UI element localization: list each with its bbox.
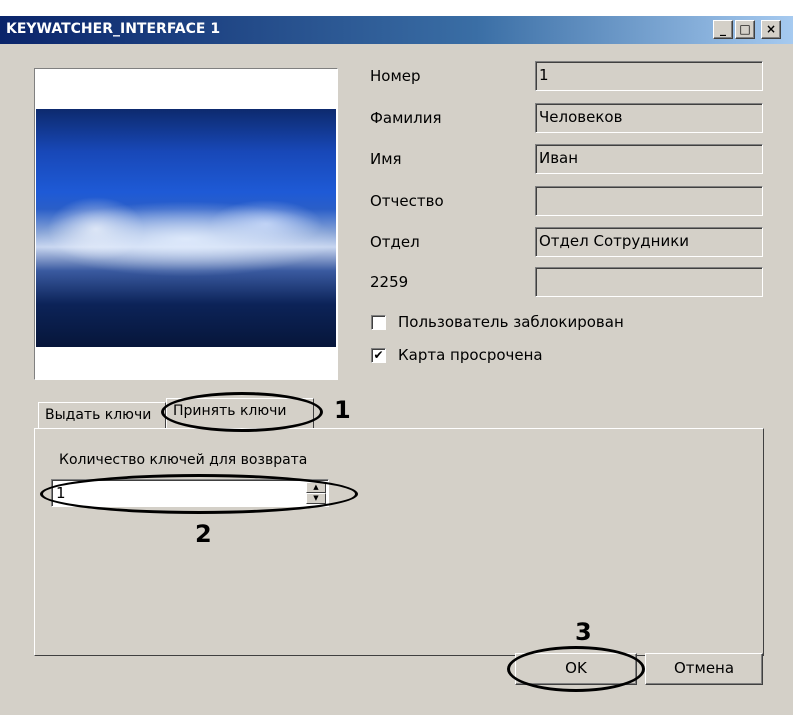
minimize-icon: _ xyxy=(720,22,726,36)
annotation-number-1: 1 xyxy=(334,396,351,424)
window-title: KEYWATCHER_INTERFACE 1 xyxy=(6,21,221,37)
spin-up-button[interactable]: ▲ xyxy=(306,482,326,493)
spin-buttons: ▲ ▼ xyxy=(306,482,326,504)
photo-frame xyxy=(34,68,338,380)
user-photo xyxy=(36,109,336,347)
close-button[interactable]: × xyxy=(761,20,781,39)
dialog-window: KEYWATCHER_INTERFACE 1 _ □ × Номер Фамил… xyxy=(0,16,793,715)
key-count-stepper[interactable]: 1 ▲ ▼ xyxy=(51,479,329,507)
tab-receive-keys[interactable]: Принять ключи xyxy=(166,398,314,429)
key-count-value: 1 xyxy=(56,484,66,502)
tab-issue-keys[interactable]: Выдать ключи xyxy=(38,402,166,428)
maximize-button[interactable]: □ xyxy=(735,20,755,39)
title-bar[interactable]: KEYWATCHER_INTERFACE 1 _ □ × xyxy=(0,16,793,44)
patronymic-field[interactable] xyxy=(535,186,763,216)
annotation-number-3: 3 xyxy=(575,618,592,646)
expired-checkbox[interactable]: ✔ xyxy=(371,348,386,363)
key-count-label: Количество ключей для возврата xyxy=(59,452,308,468)
lastname-field[interactable]: Человеков xyxy=(535,103,763,133)
label-number: Номер xyxy=(370,67,421,85)
cancel-button[interactable]: Отмена xyxy=(645,653,763,685)
label-lastname: Фамилия xyxy=(370,109,442,127)
expired-label: Карта просрочена xyxy=(398,346,543,364)
label-2259: 2259 xyxy=(370,273,409,291)
field-2259[interactable] xyxy=(535,267,763,297)
blocked-label: Пользователь заблокирован xyxy=(398,313,624,331)
chevron-up-icon: ▲ xyxy=(313,483,319,491)
label-firstname: Имя xyxy=(370,150,402,168)
ok-button[interactable]: OK xyxy=(515,653,637,685)
minimize-button[interactable]: _ xyxy=(713,20,733,39)
annotation-number-2: 2 xyxy=(195,520,212,548)
spin-down-button[interactable]: ▼ xyxy=(306,493,326,504)
blocked-checkbox[interactable] xyxy=(371,315,386,330)
close-icon: × xyxy=(765,22,777,36)
label-patronymic: Отчество xyxy=(370,192,444,210)
label-department: Отдел xyxy=(370,233,420,251)
maximize-icon: □ xyxy=(739,22,751,36)
chevron-down-icon: ▼ xyxy=(313,494,319,502)
number-field[interactable]: 1 xyxy=(535,61,763,91)
department-field[interactable]: Отдел Сотрудники xyxy=(535,227,763,257)
firstname-field[interactable]: Иван xyxy=(535,144,763,174)
